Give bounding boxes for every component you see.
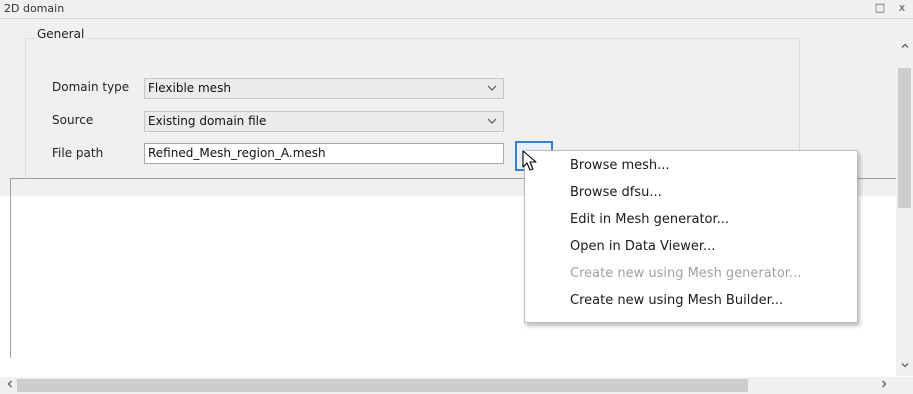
source-label: Source xyxy=(52,113,94,127)
mouse-cursor-icon xyxy=(522,150,538,175)
divider xyxy=(10,178,11,358)
source-select[interactable]: Existing domain file xyxy=(144,111,504,132)
menu-item-browse-dfsu[interactable]: Browse dfsu... xyxy=(570,185,662,200)
chevron-down-icon xyxy=(487,79,497,105)
domain-type-value: Flexible mesh xyxy=(148,81,231,95)
source-value: Existing domain file xyxy=(148,114,267,128)
vertical-scroll-thumb[interactable] xyxy=(898,68,911,208)
domain-type-select[interactable]: Flexible mesh xyxy=(144,78,504,99)
menu-item-open-in-data-viewer[interactable]: Open in Data Viewer... xyxy=(570,239,715,254)
general-legend: General xyxy=(34,27,88,41)
horizontal-scroll-thumb[interactable] xyxy=(17,379,748,392)
window-title: 2D domain xyxy=(4,2,65,15)
chevron-down-icon xyxy=(487,112,497,138)
close-icon[interactable]: x xyxy=(895,1,909,15)
scroll-down-icon[interactable] xyxy=(898,360,912,375)
scroll-up-icon[interactable] xyxy=(898,41,912,56)
file-path-label: File path xyxy=(52,146,104,160)
menu-item-create-new-using-mesh-builder[interactable]: Create new using Mesh Builder... xyxy=(570,293,783,308)
window-titlebar: 2D domain □ x xyxy=(0,0,913,19)
menu-item-browse-mesh[interactable]: Browse mesh... xyxy=(570,158,670,173)
restore-icon[interactable]: □ xyxy=(873,1,887,15)
scroll-left-icon[interactable] xyxy=(3,379,17,394)
menu-item-edit-in-mesh-generator[interactable]: Edit in Mesh generator... xyxy=(570,212,729,227)
file-path-input[interactable]: Refined_Mesh_region_A.mesh xyxy=(144,143,504,164)
domain-type-label: Domain type xyxy=(52,80,130,94)
context-menu: Browse mesh... Browse dfsu... Edit in Me… xyxy=(524,150,858,323)
menu-item-create-new-using-mesh-generator: Create new using Mesh generator... xyxy=(570,266,802,281)
scroll-right-icon[interactable] xyxy=(877,379,891,394)
file-path-value: Refined_Mesh_region_A.mesh xyxy=(148,146,326,160)
